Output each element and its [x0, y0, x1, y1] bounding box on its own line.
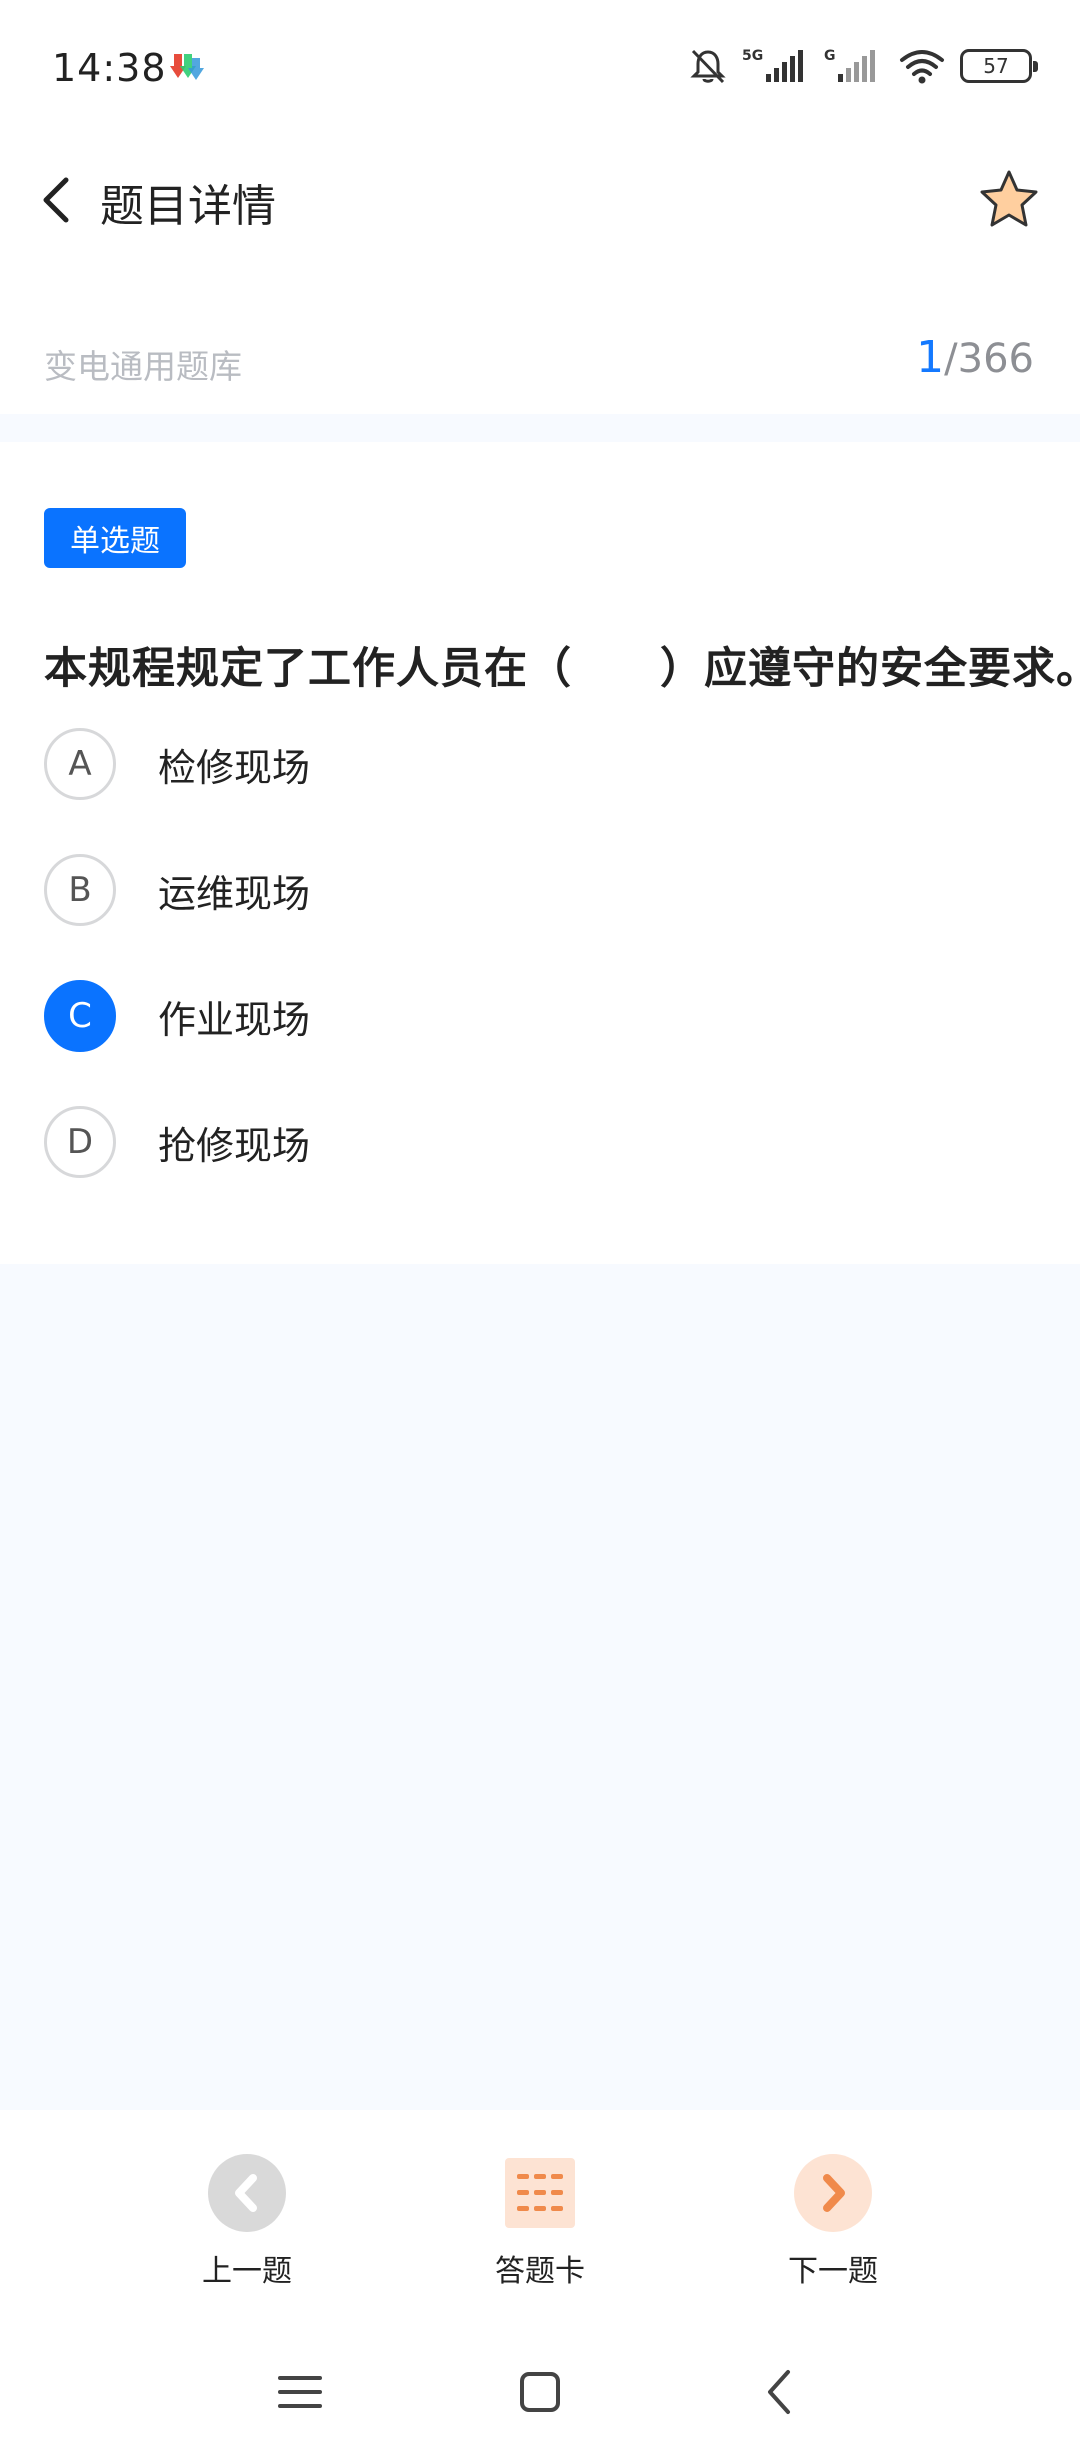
option-text: 运维现场	[158, 871, 311, 916]
question-bank-bar: 变电通用题库 1/366	[0, 266, 1080, 414]
chevron-left-icon[interactable]	[36, 172, 76, 228]
next-question-label: 下一题	[788, 2254, 878, 2289]
grid-icon	[505, 2158, 575, 2228]
answer-card-button[interactable]: 答题卡	[440, 2154, 640, 2304]
svg-text:G: G	[824, 48, 836, 64]
app-header: 题目详情	[0, 136, 1080, 266]
option-text: 检修现场	[158, 745, 311, 790]
wifi-icon	[900, 50, 944, 84]
option-letter: D	[44, 1106, 116, 1178]
option-letter: B	[44, 854, 116, 926]
bottom-nav: 上一题 答题卡 下一题	[0, 2110, 1080, 2310]
battery-icon: 57	[960, 49, 1038, 83]
home-icon[interactable]	[510, 2362, 570, 2422]
page-title: 题目详情	[100, 181, 276, 232]
answer-card-label: 答题卡	[495, 2254, 585, 2289]
chevron-left-circle-icon	[208, 2154, 286, 2232]
question-card: 单选题 本规程规定了工作人员在（ ）应遵守的安全要求。 A 检修现场 B 运维现…	[0, 442, 1080, 1264]
menu-icon[interactable]	[270, 2362, 330, 2422]
question-bank-name: 变电通用题库	[44, 347, 242, 386]
question-type-badge: 单选题	[44, 508, 186, 568]
chevron-right-circle-icon	[794, 2154, 872, 2232]
svg-text:5G: 5G	[742, 48, 763, 64]
next-question-button[interactable]: 下一题	[733, 2154, 933, 2304]
status-time: 14:38	[52, 46, 167, 90]
system-nav-bar	[0, 2310, 1080, 2460]
status-bar: 14:38 5G G 57	[0, 0, 1080, 136]
status-icons: 5G G 57	[688, 44, 1038, 88]
back-icon[interactable]	[750, 2362, 810, 2422]
option-a[interactable]: A 检修现场	[44, 724, 1044, 804]
option-letter: A	[44, 728, 116, 800]
signal-5g-icon: 5G	[742, 48, 803, 82]
option-b[interactable]: B 运维现场	[44, 850, 1044, 930]
option-text: 作业现场	[158, 997, 311, 1042]
prev-question-button[interactable]: 上一题	[147, 2154, 347, 2304]
option-letter: C	[44, 980, 116, 1052]
current-question-number: 1	[916, 332, 945, 383]
option-text: 抢修现场	[158, 1123, 311, 1168]
star-icon[interactable]	[978, 168, 1040, 230]
battery-level: 57	[983, 54, 1009, 78]
download-app-icon	[170, 54, 204, 80]
bell-muted-icon	[690, 49, 726, 84]
total-questions: /366	[944, 336, 1034, 382]
signal-g-icon: G	[824, 48, 875, 82]
prev-question-label: 上一题	[202, 2254, 292, 2289]
option-d[interactable]: D 抢修现场	[44, 1102, 1044, 1182]
question-progress: 1/366	[916, 332, 1034, 383]
question-text: 本规程规定了工作人员在（ ）应遵守的安全要求。	[44, 644, 1080, 694]
option-c[interactable]: C 作业现场	[44, 976, 1044, 1056]
